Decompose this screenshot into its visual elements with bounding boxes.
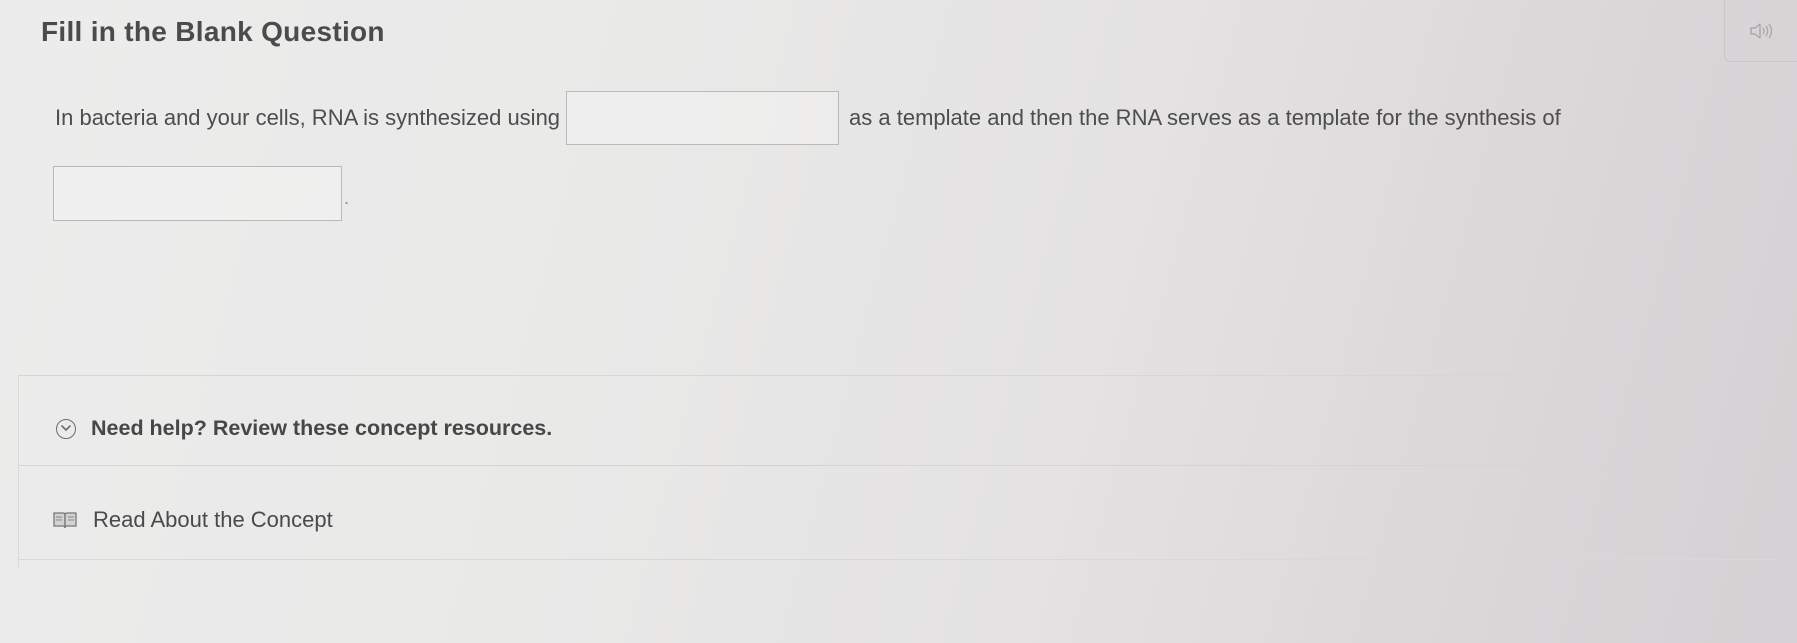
question-period: . xyxy=(344,188,350,208)
question-body: In bacteria and your cells, RNA is synth… xyxy=(53,90,1755,221)
speaker-icon xyxy=(1750,22,1773,39)
question-text-part-2: as a template and then the RNA serves as… xyxy=(849,105,1561,130)
chevron-down-circle-icon xyxy=(56,418,76,439)
help-section-bottom-border xyxy=(18,559,1778,560)
question-line-1: In bacteria and your cells, RNA is synth… xyxy=(55,90,1755,146)
read-about-concept-label: Read About the Concept xyxy=(93,507,333,532)
blank-input-1[interactable] xyxy=(566,91,840,145)
help-toggle[interactable]: Need help? Review these concept resource… xyxy=(56,416,552,441)
book-icon xyxy=(53,512,77,529)
blank-input-2[interactable] xyxy=(53,166,342,221)
audio-button[interactable] xyxy=(1724,0,1797,62)
question-line-2: . xyxy=(53,166,1755,221)
page-title: Fill in the Blank Question xyxy=(41,16,385,47)
read-about-concept-link[interactable]: Read About the Concept xyxy=(52,507,333,533)
help-section: Need help? Review these concept resource… xyxy=(18,375,1778,568)
question-text-part-1: In bacteria and your cells, RNA is synth… xyxy=(55,105,561,130)
help-section-left-border xyxy=(18,376,19,567)
divider xyxy=(18,465,1758,466)
help-toggle-label: Need help? Review these concept resource… xyxy=(91,416,553,440)
